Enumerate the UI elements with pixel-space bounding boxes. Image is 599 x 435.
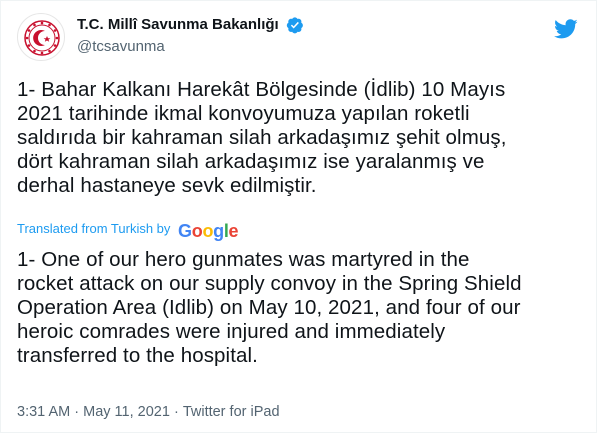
google-letter: e bbox=[228, 221, 239, 241]
tweet-date[interactable]: May 11, 2021 bbox=[83, 403, 170, 421]
tweet-card: T.C. Millî Savunma Bakanlığı @tcsavunma … bbox=[0, 0, 597, 433]
tweet-meta: 3:31 AM · May 11, 2021 · Twitter for iPa… bbox=[17, 403, 280, 421]
tweet-text: 1- Bahar Kalkanı Harekât Bölgesinde (İdl… bbox=[17, 78, 507, 197]
tweet-time[interactable]: 3:31 AM bbox=[17, 403, 70, 421]
translation-attribution[interactable]: Translated from Turkish by Google bbox=[17, 220, 239, 241]
handle[interactable]: @tcsavunma bbox=[77, 37, 304, 57]
verified-badge-icon bbox=[286, 17, 304, 34]
translated-from-label: Translated from Turkish by bbox=[17, 221, 171, 236]
avatar[interactable] bbox=[17, 13, 65, 61]
google-letter: g bbox=[213, 221, 224, 241]
translated-text: 1- One of our hero gunmates was martyred… bbox=[17, 248, 522, 367]
tweet-source[interactable]: Twitter for iPad bbox=[183, 403, 280, 421]
twitter-bird-icon[interactable] bbox=[554, 17, 578, 41]
ministry-seal-icon bbox=[24, 20, 60, 56]
display-name[interactable]: T.C. Millî Savunma Bakanlığı bbox=[77, 15, 279, 35]
meta-separator: · bbox=[74, 404, 80, 420]
google-logo: Google bbox=[178, 221, 239, 241]
author-block: T.C. Millî Savunma Bakanlığı @tcsavunma bbox=[77, 15, 304, 57]
google-letter: o bbox=[191, 221, 203, 241]
tweet-header: T.C. Millî Savunma Bakanlığı @tcsavunma bbox=[17, 13, 580, 61]
google-letter: o bbox=[202, 221, 214, 241]
meta-separator: · bbox=[173, 404, 179, 420]
google-letter: G bbox=[178, 221, 192, 241]
